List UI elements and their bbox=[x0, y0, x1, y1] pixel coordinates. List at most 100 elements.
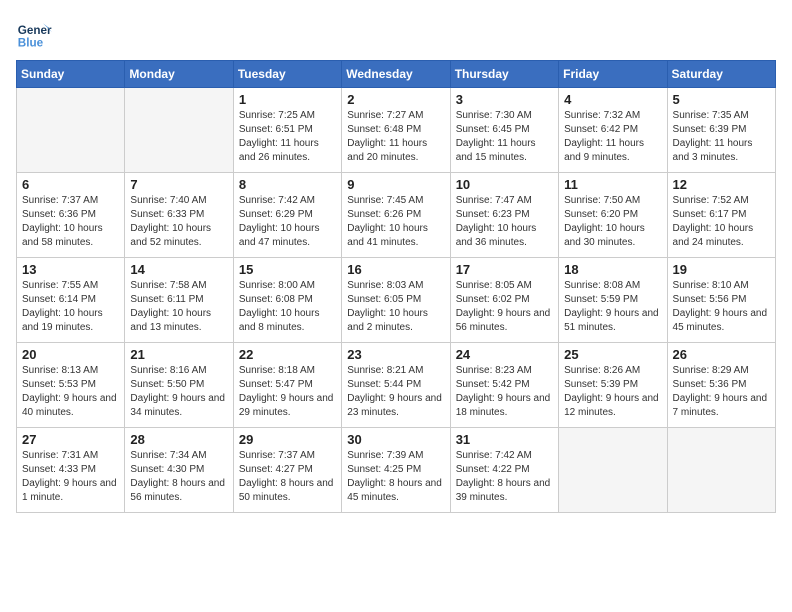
day-cell: 14Sunrise: 7:58 AMSunset: 6:11 PMDayligh… bbox=[125, 258, 233, 343]
day-cell: 23 Sunrise: 8:21 AMSunset: 5:44 PMDayligh… bbox=[342, 343, 450, 428]
day-cell: 8Sunrise: 7:42 AMSunset: 6:29 PMDaylight… bbox=[233, 173, 341, 258]
day-number: 10 bbox=[456, 177, 553, 192]
day-cell: 15 Sunrise: 8:00 AMSunset: 6:08 PMDayligh… bbox=[233, 258, 341, 343]
day-info: Sunrise: 7:40 AMSunset: 6:33 PMDaylight:… bbox=[130, 194, 227, 250]
day-cell: 22 Sunrise: 8:18 AMSunset: 5:47 PMDayligh… bbox=[233, 343, 341, 428]
day-number: 5 bbox=[673, 92, 770, 107]
week-row-5: 27 Sunrise: 7:31 AMSunset: 4:33 PMDayligh… bbox=[17, 428, 776, 513]
day-number: 19 bbox=[673, 262, 770, 277]
day-info: Sunrise: 8:03 AMSunset: 6:05 PMDaylight:… bbox=[347, 279, 444, 335]
day-number: 17 bbox=[456, 262, 553, 277]
day-cell bbox=[125, 88, 233, 173]
day-cell: 13 Sunrise: 7:55 AMSunset: 6:14 PMDayligh… bbox=[17, 258, 125, 343]
svg-text:Blue: Blue bbox=[18, 37, 44, 50]
week-row-2: 6 Sunrise: 7:37 AMSunset: 6:36 PMDaylight… bbox=[17, 173, 776, 258]
header-cell-thursday: Thursday bbox=[450, 61, 558, 88]
day-number: 12 bbox=[673, 177, 770, 192]
day-number: 28 bbox=[130, 432, 227, 447]
day-info: Sunrise: 8:26 AMSunset: 5:39 PMDaylight:… bbox=[564, 364, 661, 420]
day-number: 1 bbox=[239, 92, 336, 107]
week-row-1: 1 Sunrise: 7:25 AMSunset: 6:51 PMDaylight… bbox=[17, 88, 776, 173]
day-info: Sunrise: 7:31 AMSunset: 4:33 PMDaylight:… bbox=[22, 449, 119, 505]
day-info: Sunrise: 7:34 AMSunset: 4:30 PMDaylight:… bbox=[130, 449, 227, 505]
day-number: 25 bbox=[564, 347, 661, 362]
day-info: Sunrise: 7:27 AMSunset: 6:48 PMDaylight:… bbox=[347, 109, 444, 165]
day-info: Sunrise: 7:37 AMSunset: 4:27 PMDaylight:… bbox=[239, 449, 336, 505]
day-cell: 16Sunrise: 8:03 AMSunset: 6:05 PMDayligh… bbox=[342, 258, 450, 343]
day-info: Sunrise: 8:10 AMSunset: 5:56 PMDaylight:… bbox=[673, 279, 770, 335]
day-info: Sunrise: 8:00 AMSunset: 6:08 PMDaylight:… bbox=[239, 279, 336, 335]
header-cell-saturday: Saturday bbox=[667, 61, 775, 88]
day-number: 2 bbox=[347, 92, 444, 107]
day-number: 3 bbox=[456, 92, 553, 107]
day-cell: 9Sunrise: 7:45 AMSunset: 6:26 PMDaylight… bbox=[342, 173, 450, 258]
day-number: 6 bbox=[22, 177, 119, 192]
logo: General Blue bbox=[16, 16, 52, 52]
day-number: 7 bbox=[130, 177, 227, 192]
day-info: Sunrise: 7:37 AMSunset: 6:36 PMDaylight:… bbox=[22, 194, 119, 250]
day-info: Sunrise: 7:35 AMSunset: 6:39 PMDaylight:… bbox=[673, 109, 770, 165]
header-cell-sunday: Sunday bbox=[17, 61, 125, 88]
svg-text:General: General bbox=[18, 24, 52, 37]
day-cell: 26Sunrise: 8:29 AMSunset: 5:36 PMDayligh… bbox=[667, 343, 775, 428]
logo-icon: General Blue bbox=[16, 16, 52, 52]
day-cell: 24 Sunrise: 8:23 AMSunset: 5:42 PMDayligh… bbox=[450, 343, 558, 428]
page-header: General Blue bbox=[16, 16, 776, 52]
day-info: Sunrise: 7:30 AMSunset: 6:45 PMDaylight:… bbox=[456, 109, 553, 165]
day-cell: 21 Sunrise: 8:16 AMSunset: 5:50 PMDayligh… bbox=[125, 343, 233, 428]
day-cell: 28 Sunrise: 7:34 AMSunset: 4:30 PMDayligh… bbox=[125, 428, 233, 513]
day-cell: 11 Sunrise: 7:50 AMSunset: 6:20 PMDayligh… bbox=[559, 173, 667, 258]
day-number: 11 bbox=[564, 177, 661, 192]
day-cell: 25 Sunrise: 8:26 AMSunset: 5:39 PMDayligh… bbox=[559, 343, 667, 428]
day-info: Sunrise: 7:25 AMSunset: 6:51 PMDaylight:… bbox=[239, 109, 336, 165]
day-cell: 19 Sunrise: 8:10 AMSunset: 5:56 PMDayligh… bbox=[667, 258, 775, 343]
calendar-table: SundayMondayTuesdayWednesdayThursdayFrid… bbox=[16, 60, 776, 513]
header-cell-tuesday: Tuesday bbox=[233, 61, 341, 88]
day-number: 8 bbox=[239, 177, 336, 192]
day-number: 30 bbox=[347, 432, 444, 447]
day-cell: 7 Sunrise: 7:40 AMSunset: 6:33 PMDaylight… bbox=[125, 173, 233, 258]
day-cell: 4 Sunrise: 7:32 AMSunset: 6:42 PMDaylight… bbox=[559, 88, 667, 173]
day-info: Sunrise: 7:32 AMSunset: 6:42 PMDaylight:… bbox=[564, 109, 661, 165]
day-cell: 2 Sunrise: 7:27 AMSunset: 6:48 PMDaylight… bbox=[342, 88, 450, 173]
day-cell: 27 Sunrise: 7:31 AMSunset: 4:33 PMDayligh… bbox=[17, 428, 125, 513]
day-number: 31 bbox=[456, 432, 553, 447]
header-row: SundayMondayTuesdayWednesdayThursdayFrid… bbox=[17, 61, 776, 88]
day-cell: 29Sunrise: 7:37 AMSunset: 4:27 PMDayligh… bbox=[233, 428, 341, 513]
day-number: 23 bbox=[347, 347, 444, 362]
week-row-3: 13 Sunrise: 7:55 AMSunset: 6:14 PMDayligh… bbox=[17, 258, 776, 343]
day-number: 24 bbox=[456, 347, 553, 362]
day-info: Sunrise: 8:23 AMSunset: 5:42 PMDaylight:… bbox=[456, 364, 553, 420]
day-info: Sunrise: 7:50 AMSunset: 6:20 PMDaylight:… bbox=[564, 194, 661, 250]
day-info: Sunrise: 8:13 AMSunset: 5:53 PMDaylight:… bbox=[22, 364, 119, 420]
day-info: Sunrise: 7:55 AMSunset: 6:14 PMDaylight:… bbox=[22, 279, 119, 335]
day-cell: 12Sunrise: 7:52 AMSunset: 6:17 PMDayligh… bbox=[667, 173, 775, 258]
day-number: 21 bbox=[130, 347, 227, 362]
day-cell: 31 Sunrise: 7:42 AMSunset: 4:22 PMDayligh… bbox=[450, 428, 558, 513]
header-cell-monday: Monday bbox=[125, 61, 233, 88]
day-cell bbox=[667, 428, 775, 513]
day-number: 15 bbox=[239, 262, 336, 277]
day-info: Sunrise: 7:39 AMSunset: 4:25 PMDaylight:… bbox=[347, 449, 444, 505]
day-number: 13 bbox=[22, 262, 119, 277]
day-number: 18 bbox=[564, 262, 661, 277]
day-number: 9 bbox=[347, 177, 444, 192]
day-cell: 3 Sunrise: 7:30 AMSunset: 6:45 PMDaylight… bbox=[450, 88, 558, 173]
day-info: Sunrise: 8:16 AMSunset: 5:50 PMDaylight:… bbox=[130, 364, 227, 420]
day-info: Sunrise: 7:47 AMSunset: 6:23 PMDaylight:… bbox=[456, 194, 553, 250]
day-info: Sunrise: 8:05 AMSunset: 6:02 PMDaylight:… bbox=[456, 279, 553, 335]
day-number: 27 bbox=[22, 432, 119, 447]
day-number: 20 bbox=[22, 347, 119, 362]
day-cell: 6 Sunrise: 7:37 AMSunset: 6:36 PMDaylight… bbox=[17, 173, 125, 258]
day-info: Sunrise: 8:29 AMSunset: 5:36 PMDaylight:… bbox=[673, 364, 770, 420]
day-info: Sunrise: 8:18 AMSunset: 5:47 PMDaylight:… bbox=[239, 364, 336, 420]
day-number: 4 bbox=[564, 92, 661, 107]
day-number: 14 bbox=[130, 262, 227, 277]
day-info: Sunrise: 8:21 AMSunset: 5:44 PMDaylight:… bbox=[347, 364, 444, 420]
day-cell: 1 Sunrise: 7:25 AMSunset: 6:51 PMDaylight… bbox=[233, 88, 341, 173]
day-cell bbox=[17, 88, 125, 173]
day-cell: 5 Sunrise: 7:35 AMSunset: 6:39 PMDaylight… bbox=[667, 88, 775, 173]
day-number: 22 bbox=[239, 347, 336, 362]
day-info: Sunrise: 7:42 AMSunset: 4:22 PMDaylight:… bbox=[456, 449, 553, 505]
day-cell: 10 Sunrise: 7:47 AMSunset: 6:23 PMDayligh… bbox=[450, 173, 558, 258]
